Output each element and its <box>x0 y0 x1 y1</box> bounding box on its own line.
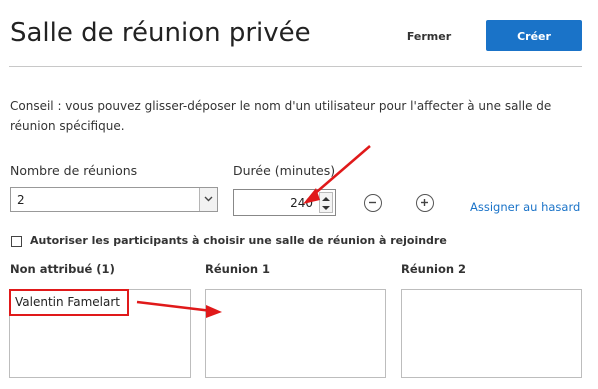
minus-circle-icon[interactable] <box>364 194 382 212</box>
duration-input[interactable]: 240 <box>233 189 336 216</box>
spinner-up-icon[interactable] <box>322 196 330 202</box>
spinner-down-icon[interactable] <box>322 205 330 211</box>
column-header-room-1: Réunion 1 <box>205 262 271 276</box>
chevron-down-icon[interactable] <box>199 188 217 211</box>
rooms-count-label: Nombre de réunions <box>10 163 138 178</box>
create-button[interactable]: Créer <box>486 20 582 51</box>
rooms-count-value: 2 <box>17 193 25 207</box>
column-header-room-2: Réunion 2 <box>401 262 467 276</box>
room-1-dropzone[interactable] <box>205 289 386 378</box>
duration-value: 240 <box>290 196 313 210</box>
plus-circle-icon[interactable] <box>416 194 434 212</box>
column-header-unassigned: Non attribué (1) <box>10 262 115 276</box>
rooms-count-select[interactable]: 2 <box>10 187 218 212</box>
user-chip[interactable]: Valentin Famelart <box>9 289 129 316</box>
header-divider <box>9 66 582 67</box>
allow-choose-label: Autoriser les participants à choisir une… <box>30 234 447 247</box>
tip-text: Conseil : vous pouvez glisser-déposer le… <box>10 99 552 133</box>
page-title: Salle de réunion privée <box>10 18 311 48</box>
close-button[interactable]: Fermer <box>397 21 461 51</box>
random-assign-link[interactable]: Assigner au hasard <box>470 200 580 214</box>
user-name: Valentin Famelart <box>15 295 120 309</box>
duration-spinner[interactable] <box>319 192 333 213</box>
room-2-dropzone[interactable] <box>401 289 582 378</box>
allow-choose-checkbox[interactable] <box>11 236 22 247</box>
duration-label: Durée (minutes) <box>233 163 336 178</box>
